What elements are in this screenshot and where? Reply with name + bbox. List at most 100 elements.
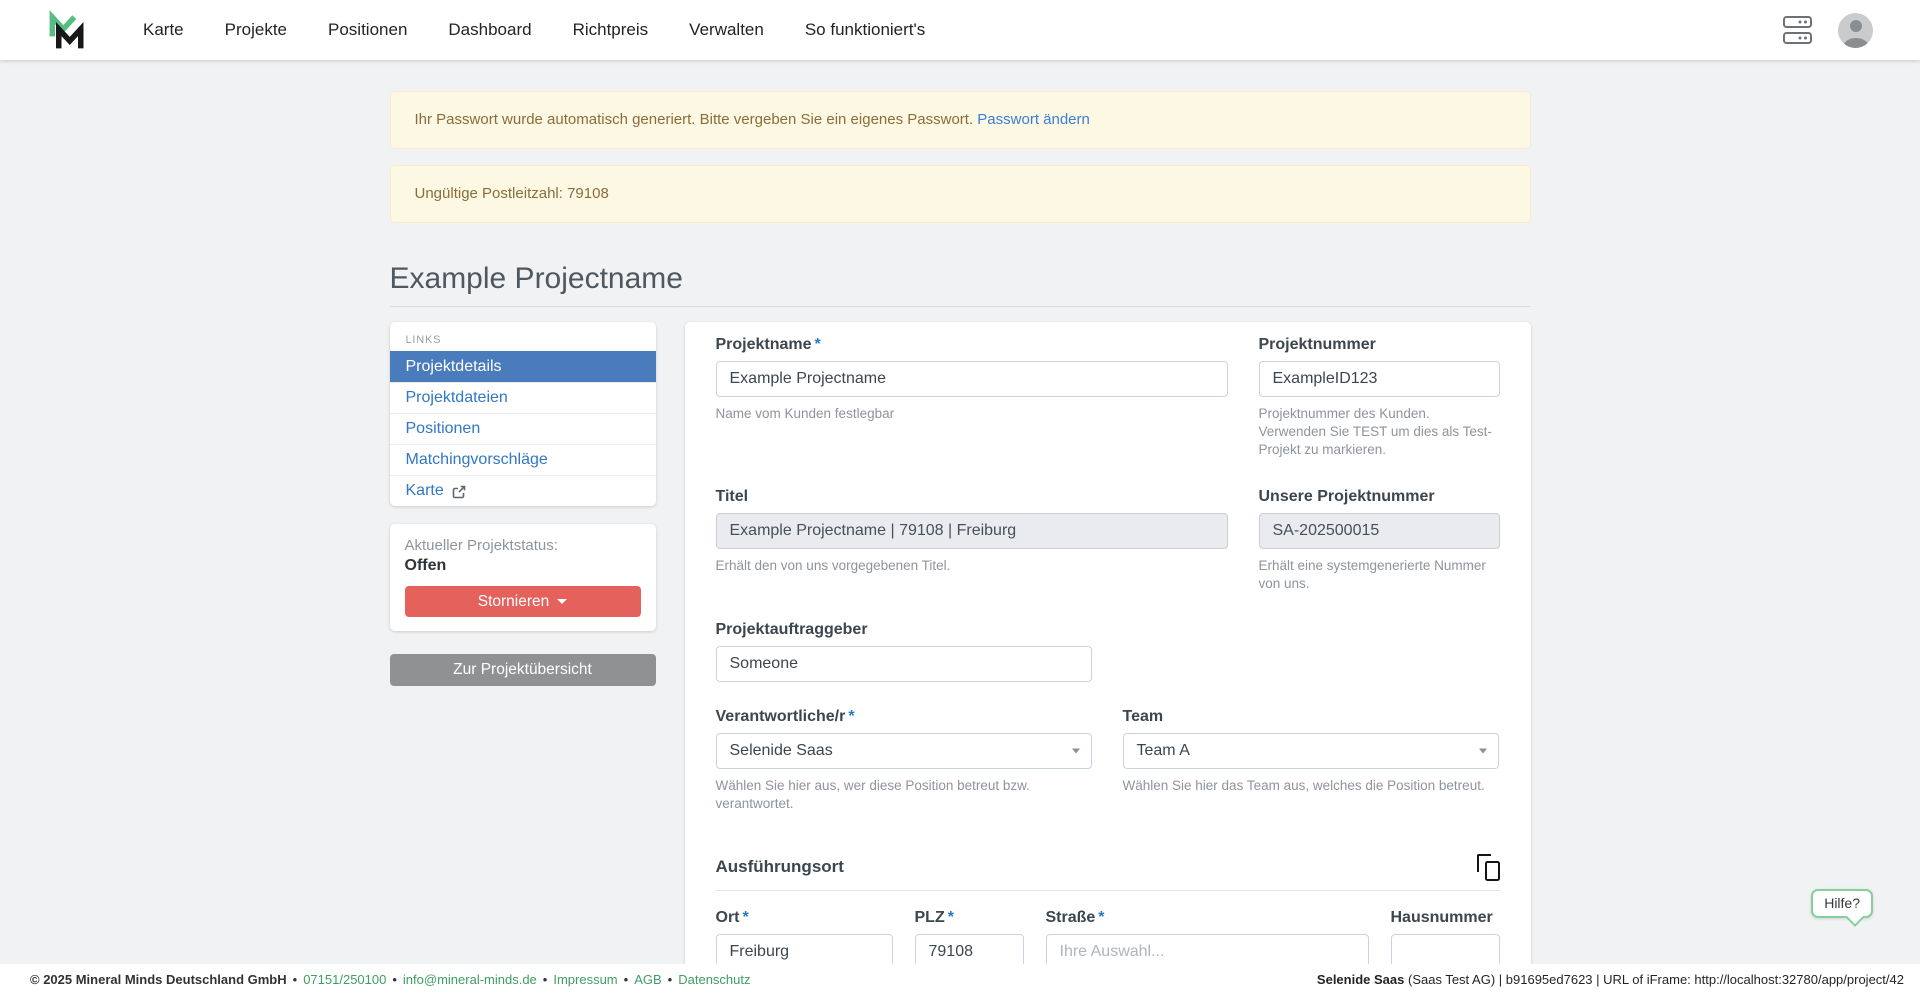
sidebar-item-label: Matchingvorschläge (406, 451, 548, 469)
projektauftraggeber-input[interactable] (716, 646, 1092, 682)
footer-link-impressum[interactable]: Impressum (553, 972, 617, 987)
nav-item-dashboard[interactable]: Dashboard (448, 20, 531, 40)
plz-label: PLZ (915, 909, 945, 926)
footer: © 2025 Mineral Minds Deutschland GmbH • … (0, 964, 1920, 994)
sidebar-item-label: Karte (406, 482, 444, 500)
help-button[interactable]: Hilfe? (1811, 889, 1873, 918)
chevron-down-icon (1072, 749, 1080, 754)
footer-separator: • (392, 972, 397, 987)
verantwortlicher-helper: Wählen Sie hier aus, wer diese Position … (716, 777, 1092, 813)
nav-item-verwalten[interactable]: Verwalten (689, 20, 764, 40)
sidebar-item-karte[interactable]: Karte (390, 475, 656, 506)
nav-item-so-funktionierts[interactable]: So funktioniert's (805, 20, 925, 40)
sidebar-item-label: Positionen (406, 420, 481, 438)
verantwortlicher-label: Verantwortliche/r (716, 708, 846, 725)
field-verantwortlicher: Verantwortliche/r* Selenide Saas Wählen … (716, 708, 1092, 813)
footer-username: Selenide Saas (1317, 972, 1404, 987)
verantwortlicher-select[interactable]: Selenide Saas (716, 733, 1092, 769)
required-marker: * (815, 336, 821, 353)
projektname-label: Projektname (716, 336, 812, 353)
footer-link-datenschutz[interactable]: Datenschutz (678, 972, 750, 987)
status-label: Aktueller Projektstatus: (405, 537, 641, 554)
footer-copyright: © 2025 Mineral Minds Deutschland GmbH (30, 972, 287, 987)
projektname-input[interactable] (716, 361, 1228, 397)
nav-item-positionen[interactable]: Positionen (328, 20, 407, 40)
sidebar-item-positionen[interactable]: Positionen (390, 413, 656, 444)
external-link-icon (452, 485, 466, 499)
footer-separator: • (543, 972, 548, 987)
sidebar-item-projektdateien[interactable]: Projektdateien (390, 382, 656, 413)
required-marker: * (743, 909, 749, 926)
projektnummer-label: Projektnummer (1259, 336, 1500, 354)
projektnummer-input[interactable] (1259, 361, 1500, 397)
sidebar-links-header: LINKS (390, 322, 656, 351)
nav-item-richtpreis[interactable]: Richtpreis (573, 20, 649, 40)
field-hausnummer: Hausnummer (1391, 909, 1500, 970)
field-projektauftraggeber: Projektauftraggeber (716, 621, 1092, 682)
titel-input (716, 513, 1228, 549)
copy-icon[interactable] (1477, 854, 1500, 881)
field-team: Team Team A Wählen Sie hier das Team aus… (1123, 708, 1499, 795)
alert-invalid-plz-text: Ungültige Postleitzahl: 79108 (415, 185, 609, 202)
stornieren-button[interactable]: Stornieren (405, 586, 641, 617)
unsere-projektnummer-helper: Erhält eine systemgenerierte Nummer von … (1259, 557, 1500, 593)
alert-invalid-plz: Ungültige Postleitzahl: 79108 (390, 165, 1531, 223)
field-projektnummer: Projektnummer Projektnummer des Kunden. … (1259, 336, 1500, 460)
footer-separator: • (668, 972, 673, 987)
nav-item-karte[interactable]: Karte (143, 20, 184, 40)
nav-item-projekte[interactable]: Projekte (225, 20, 287, 40)
logo-icon (45, 7, 89, 53)
sidebar-links-card: LINKS Projektdetails Projektdateien Posi… (390, 322, 656, 506)
strasse-label: Straße (1046, 909, 1096, 926)
verantwortlicher-select-value: Selenide Saas (730, 742, 833, 760)
ort-label: Ort (716, 909, 740, 926)
chevron-down-icon (1479, 749, 1487, 754)
required-marker: * (948, 909, 954, 926)
hausnummer-label: Hausnummer (1391, 909, 1500, 927)
projektnummer-helper: Projektnummer des Kunden. Verwenden Sie … (1259, 405, 1500, 460)
footer-link-email[interactable]: info@mineral-minds.de (403, 972, 537, 987)
top-navbar: Karte Projekte Positionen Dashboard Rich… (0, 0, 1920, 60)
sidebar-item-projektdetails[interactable]: Projektdetails (390, 351, 656, 382)
field-unsere-projektnummer: Unsere Projektnummer Erhält eine systemg… (1259, 488, 1500, 593)
unsere-projektnummer-input (1259, 513, 1500, 549)
field-plz: PLZ* (915, 909, 1024, 970)
section-divider (716, 890, 1500, 891)
user-avatar-icon[interactable] (1838, 13, 1873, 48)
logo[interactable] (45, 7, 89, 53)
sidebar-item-matchingvorschlaege[interactable]: Matchingvorschläge (390, 444, 656, 475)
alert-password-text: Ihr Passwort wurde automatisch generiert… (415, 111, 974, 128)
project-details-card: Projektname* Name vom Kunden festlegbar … (685, 322, 1531, 994)
titel-helper: Erhält den von uns vorgegebenen Titel. (716, 557, 1228, 575)
server-stack-icon[interactable] (1783, 16, 1812, 44)
footer-left: © 2025 Mineral Minds Deutschland GmbH • … (30, 972, 751, 987)
required-marker: * (1098, 909, 1104, 926)
main-nav: Karte Projekte Positionen Dashboard Rich… (143, 20, 925, 40)
footer-separator: • (624, 972, 629, 987)
unsere-projektnummer-label: Unsere Projektnummer (1259, 488, 1500, 506)
footer-session-info: Selenide Saas (Saas Test AG) | b91695ed7… (1317, 972, 1904, 987)
projektname-helper: Name vom Kunden festlegbar (716, 405, 1228, 423)
footer-separator: • (293, 972, 298, 987)
projektauftraggeber-label: Projektauftraggeber (716, 621, 1092, 639)
project-status-card: Aktueller Projektstatus: Offen Storniere… (390, 524, 656, 631)
footer-link-phone[interactable]: 07151/250100 (303, 972, 386, 987)
caret-down-icon (557, 599, 567, 604)
footer-link-agb[interactable]: AGB (634, 972, 661, 987)
title-divider (390, 306, 1531, 307)
field-projektname: Projektname* Name vom Kunden festlegbar (716, 336, 1228, 423)
team-helper: Wählen Sie hier das Team aus, welches di… (1123, 777, 1499, 795)
team-select[interactable]: Team A (1123, 733, 1499, 769)
titel-label: Titel (716, 488, 1228, 506)
alert-password-change-link[interactable]: Passwort ändern (977, 111, 1090, 128)
sidebar-item-label: Projektdetails (406, 358, 502, 376)
stornieren-button-label: Stornieren (478, 593, 550, 611)
sidebar: LINKS Projektdetails Projektdateien Posi… (390, 322, 656, 686)
projektuebersicht-button-label: Zur Projektübersicht (453, 661, 592, 679)
sidebar-item-label: Projektdateien (406, 389, 508, 407)
field-titel: Titel Erhält den von uns vorgegebenen Ti… (716, 488, 1228, 575)
required-marker: * (848, 708, 854, 725)
footer-session-details: (Saas Test AG) | b91695ed7623 | URL of i… (1404, 972, 1904, 987)
team-select-value: Team A (1137, 742, 1190, 760)
projektuebersicht-button[interactable]: Zur Projektübersicht (390, 654, 656, 686)
